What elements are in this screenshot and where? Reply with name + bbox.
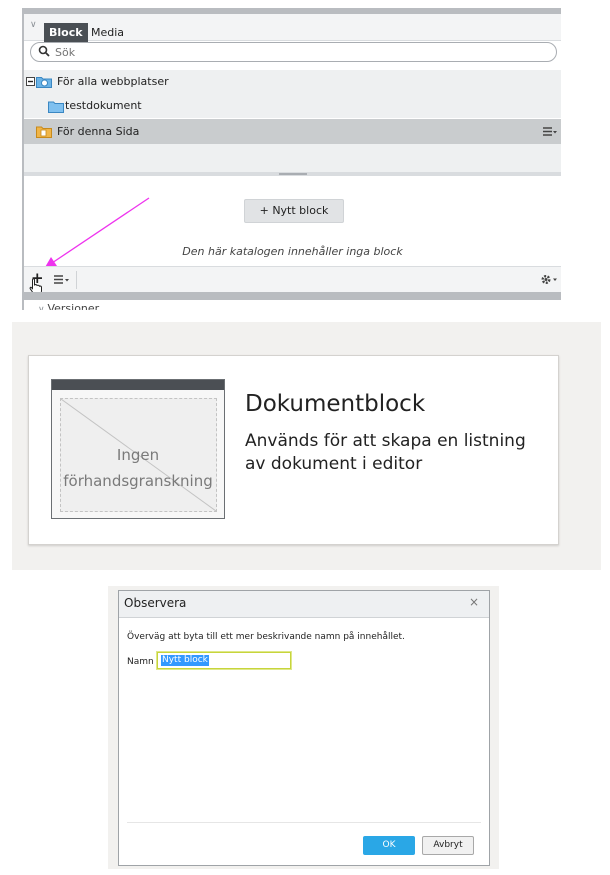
cancel-button[interactable]: Avbryt: [422, 836, 474, 855]
block-thumbnail: Ingen förhandsgranskning: [51, 379, 225, 519]
gadget-bottom-border: [24, 292, 561, 300]
observera-dialog: Observera × Överväg att byta till ett me…: [118, 590, 490, 866]
block-type-card[interactable]: Ingen förhandsgranskning Dokumentblock A…: [28, 355, 559, 545]
thumbnail-text-line2: förhandsgranskning: [63, 472, 213, 490]
gear-icon[interactable]: [540, 273, 558, 286]
list-menu-icon[interactable]: [54, 275, 70, 285]
thumbnail-header-bar: [52, 380, 224, 390]
name-input[interactable]: Nytt block: [157, 652, 291, 669]
versions-header[interactable]: ∨ Versioner: [38, 302, 99, 310]
name-label: Namn: [127, 657, 154, 667]
gadget-bottom-toolbar: +: [24, 266, 561, 295]
block-gadget-panel: ∨ Block Media För alla webbplatser testd…: [22, 8, 561, 310]
close-icon[interactable]: ×: [469, 595, 479, 609]
toolbar-divider: [76, 271, 77, 289]
block-preview-panel: Ingen förhandsgranskning Dokumentblock A…: [12, 322, 601, 570]
versions-label: Versioner: [47, 302, 100, 310]
ok-button[interactable]: OK: [363, 836, 415, 855]
thumbnail-text-line1: Ingen: [116, 446, 160, 464]
dialog-footer-divider: [127, 822, 481, 823]
dialog-panel: Observera × Överväg att byta till ett me…: [108, 586, 499, 869]
dialog-title: Observera: [124, 596, 187, 610]
dialog-message: Överväg att byta till ett mer beskrivand…: [127, 632, 405, 642]
block-type-title: Dokumentblock: [245, 391, 426, 417]
annotation-arrow: [44, 197, 150, 269]
name-input-value: Nytt block: [161, 655, 209, 666]
dialog-header: Observera ×: [119, 591, 489, 618]
block-type-description: Används för att skapa en listning av dok…: [245, 431, 526, 474]
